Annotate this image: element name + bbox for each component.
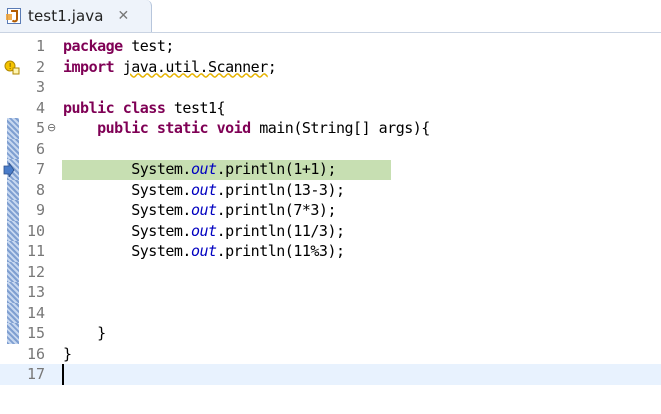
code-token: main(String[] args){ xyxy=(250,119,430,137)
keyword-token: public xyxy=(63,98,115,117)
code-line[interactable]: 7 System.out.println(1+1); xyxy=(0,159,661,180)
instruction-pointer-icon xyxy=(3,161,15,179)
tab-test1-java[interactable]: test1.java ✕ xyxy=(0,0,152,32)
code-text[interactable]: public static void main(String[] args){ xyxy=(63,119,430,137)
line-number: 9 xyxy=(35,201,45,219)
line-number: 14 xyxy=(26,303,45,322)
code-token: .println(13-3); xyxy=(216,180,345,199)
tab-divider xyxy=(0,32,661,33)
line-number: 10 xyxy=(26,221,45,240)
code-token: .println(7*3); xyxy=(216,201,337,219)
code-token: test1{ xyxy=(165,98,226,117)
code-line[interactable]: 16} xyxy=(0,344,661,365)
code-line[interactable]: ! 2 import java.util.Scanner; xyxy=(0,57,661,78)
code-text[interactable]: System.out.println(13-3); xyxy=(63,181,345,199)
line-number: 3 xyxy=(35,78,45,96)
fold-collapse-icon[interactable]: ⊖ xyxy=(47,121,56,134)
code-token: System. xyxy=(63,160,191,178)
java-file-icon xyxy=(6,7,22,25)
code-token: test; xyxy=(122,37,174,55)
code-token: } xyxy=(63,324,106,342)
code-text[interactable]: package test; xyxy=(63,37,174,55)
code-line[interactable]: 9 System.out.println(7*3); xyxy=(0,200,661,221)
code-token: .println(11/3); xyxy=(216,221,345,240)
code-text[interactable]: import java.util.Scanner; xyxy=(63,57,277,76)
code-line[interactable]: 5 ⊖ public static void main(String[] args… xyxy=(0,118,661,139)
line-number: 15 xyxy=(26,324,45,342)
code-token: java.util.Scanner xyxy=(122,57,269,76)
keyword-token: static xyxy=(156,119,209,137)
code-text[interactable]: System.out.println(11%3); xyxy=(63,242,345,260)
code-line[interactable]: 3 xyxy=(0,77,661,98)
editor-tab-bar: test1.java ✕ xyxy=(0,0,661,33)
keyword-token: public xyxy=(97,119,149,137)
code-line[interactable]: 15 } xyxy=(0,323,661,344)
code-line[interactable]: 10 System.out.println(11/3); xyxy=(0,220,661,242)
code-text[interactable]: System.out.println(11/3); xyxy=(63,222,345,240)
code-text[interactable]: public class test1{ xyxy=(63,98,226,117)
code-line[interactable]: 1 package test; xyxy=(0,36,661,57)
tab-title: test1.java xyxy=(28,7,104,25)
line-number: 16 xyxy=(26,344,45,363)
code-token: System. xyxy=(63,221,191,240)
code-token: System. xyxy=(63,201,191,219)
code-line[interactable]: 11 System.out.println(11%3); xyxy=(0,241,661,262)
line-number: 6 xyxy=(35,139,45,158)
field-token: out xyxy=(190,160,217,178)
code-token: } xyxy=(63,344,72,363)
text-caret xyxy=(62,364,64,385)
code-text[interactable]: } xyxy=(63,324,106,342)
code-line[interactable]: 8 System.out.println(13-3); xyxy=(0,179,661,201)
code-token: .println(1+1); xyxy=(216,160,337,178)
code-text[interactable]: } xyxy=(63,345,72,363)
keyword-token: void xyxy=(216,119,252,137)
field-token: out xyxy=(190,201,217,219)
line-number: 5 xyxy=(35,119,45,137)
keyword-token: class xyxy=(122,98,166,117)
line-number: 4 xyxy=(35,98,45,117)
code-text[interactable]: System.out.println(7*3); xyxy=(63,201,336,219)
code-line[interactable]: 6 xyxy=(0,138,661,160)
code-text[interactable]: System.out.println(1+1); xyxy=(63,160,336,178)
line-number: 13 xyxy=(26,283,45,301)
code-line[interactable]: 17 xyxy=(0,364,661,385)
keyword-token: package xyxy=(63,37,123,55)
line-number: 8 xyxy=(35,180,45,199)
field-token: out xyxy=(190,221,217,240)
field-token: out xyxy=(190,242,217,260)
field-token: out xyxy=(190,180,217,199)
close-icon[interactable]: ✕ xyxy=(118,8,130,24)
line-number: 17 xyxy=(26,365,45,383)
code-token: ; xyxy=(267,57,277,76)
line-number: 1 xyxy=(35,37,45,55)
code-line[interactable]: 14 xyxy=(0,302,661,324)
code-line[interactable]: 12 xyxy=(0,261,661,283)
code-token: System. xyxy=(63,242,191,260)
line-number: 11 xyxy=(26,242,45,260)
code-line[interactable]: 4 public class test1{ xyxy=(0,98,661,119)
code-editor[interactable]: 1 package test;! 2 import java.util.Scanner… xyxy=(0,36,661,414)
keyword-token: import xyxy=(63,57,115,76)
line-number: 2 xyxy=(35,57,45,76)
line-number: 7 xyxy=(35,160,45,178)
code-token: System. xyxy=(63,180,191,199)
code-line[interactable]: 13 xyxy=(0,282,661,303)
svg-text:!: ! xyxy=(9,62,12,71)
code-token: .println(11%3); xyxy=(216,242,345,260)
line-number: 12 xyxy=(26,262,45,281)
